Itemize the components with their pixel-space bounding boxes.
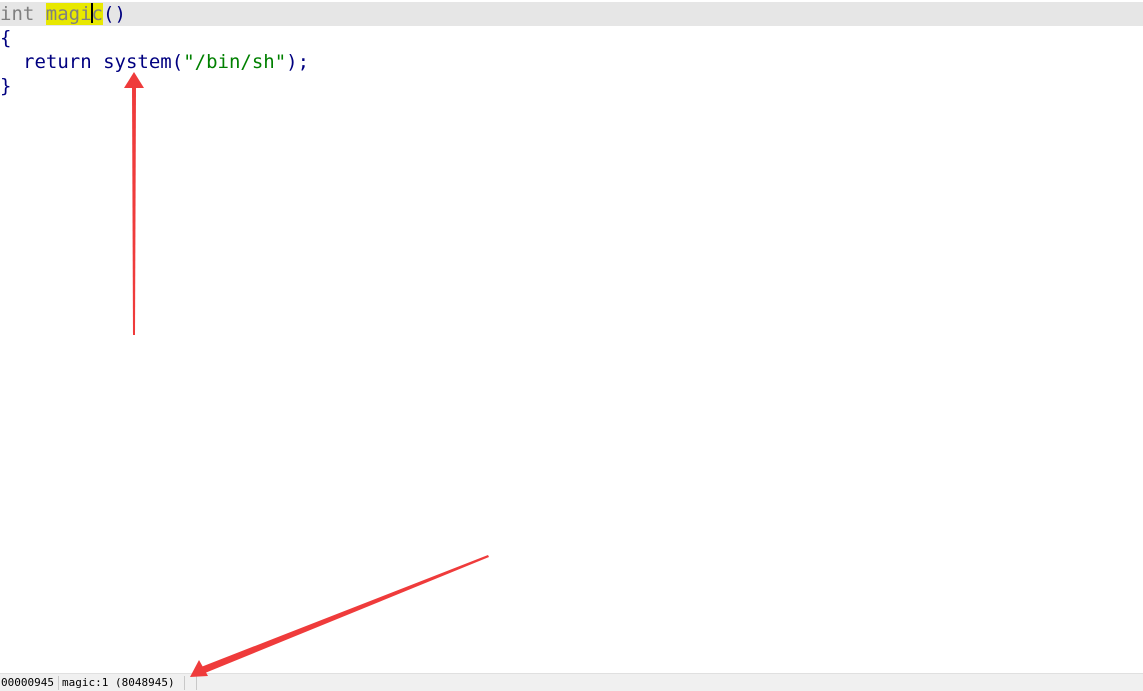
open-paren: (: [171, 51, 184, 73]
open-brace: {: [0, 27, 12, 49]
code-line-1[interactable]: int magic(): [0, 2, 1143, 26]
function-parens: (): [103, 3, 126, 25]
close-paren-semicolon: );: [286, 51, 310, 73]
type-keyword: int: [0, 3, 35, 25]
function-name-highlight[interactable]: magic: [45, 3, 103, 25]
status-separator: [196, 676, 197, 690]
status-location: magic:1 (8048945): [62, 676, 175, 689]
status-bar: 00000945 magic:1 (8048945): [0, 673, 1143, 691]
function-name-part-1: magi: [45, 3, 92, 25]
code-line-3[interactable]: return system("/bin/sh");: [0, 50, 1143, 74]
code-line-2[interactable]: {: [0, 26, 1143, 50]
code-line-4[interactable]: }: [0, 74, 1143, 98]
pseudocode-view[interactable]: int magic() { return system("/bin/sh"); …: [0, 0, 1143, 673]
system-call[interactable]: system: [103, 51, 172, 73]
close-brace: }: [0, 75, 12, 97]
string-literal: "/bin/sh": [183, 51, 287, 73]
function-name-part-2: c: [91, 3, 103, 25]
return-keyword: return: [23, 51, 92, 73]
status-address: 00000945: [1, 676, 54, 689]
status-separator: [58, 676, 59, 690]
status-separator: [184, 676, 185, 690]
